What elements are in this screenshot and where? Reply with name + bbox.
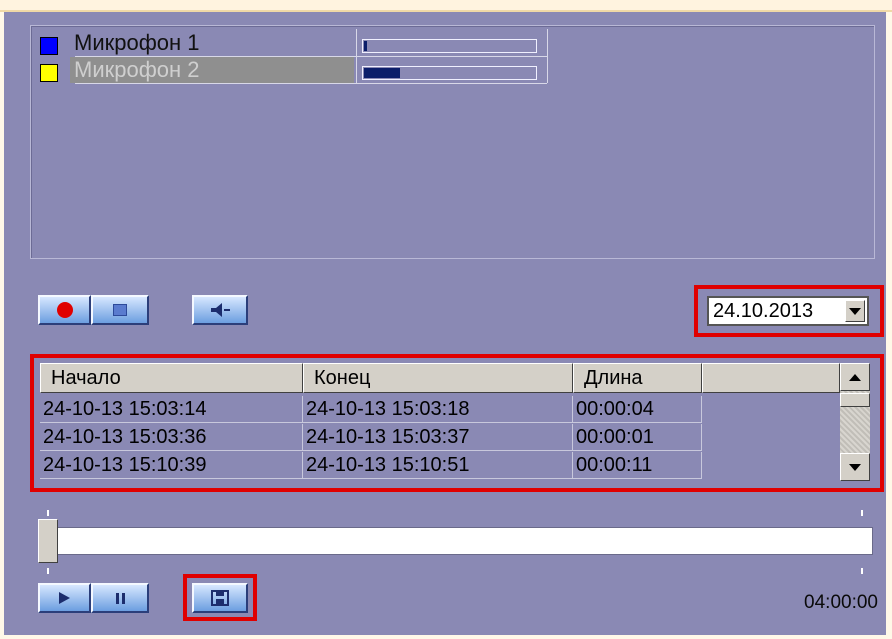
microphone-list: Микрофон 1 Микрофон 2 [30,25,875,259]
playback-time: 04:00:00 [804,592,878,613]
cell-end: 24-10-13 15:10:51 [303,452,573,479]
table-scrollbar[interactable] [840,363,870,481]
timeline-slider-handle[interactable] [38,519,58,563]
date-picker[interactable]: 24.10.2013 [707,296,869,326]
mic-color-swatch [40,64,58,82]
cell-length: 00:00:11 [573,452,702,479]
mic-level-meter [362,39,537,53]
pause-icon [115,592,125,604]
mic-level-fill [364,68,400,78]
mic-grid-line [75,56,547,57]
window-top-border [0,0,892,12]
table-row[interactable]: 24-10-13 15:03:36 24-10-13 15:03:37 00:0… [40,424,702,451]
mic-grid-line [547,29,548,83]
table-row[interactable]: 24-10-13 15:03:14 24-10-13 15:03:18 00:0… [40,396,702,423]
chevron-down-icon [849,463,861,471]
column-header-length[interactable]: Длина [573,363,702,393]
record-button[interactable] [38,295,91,325]
scroll-down-button[interactable] [840,453,870,481]
column-header-end[interactable]: Конец [303,363,573,393]
timeline-tick [47,510,49,516]
table-header: Начало Конец Длина [40,363,840,393]
timeline-tick [861,510,863,516]
pause-button[interactable] [91,583,149,613]
chevron-up-icon [849,373,861,381]
cell-length: 00:00:04 [573,396,702,423]
mic-grid-line [75,83,547,84]
floppy-save-icon [211,590,229,606]
timeline-tick [861,568,863,574]
scroll-thumb[interactable] [840,393,870,407]
mic-color-swatch [40,37,58,55]
mic-name: Микрофон 1 [74,30,200,55]
column-header-start[interactable]: Начало [40,363,303,393]
column-header-empty [702,363,840,393]
speaker-icon [211,303,230,317]
mic-name: Микрофон 2 [70,57,354,83]
cell-start: 24-10-13 15:03:14 [40,396,303,423]
play-button[interactable] [38,583,91,613]
records-table: Начало Конец Длина 24-10-13 15:03:14 24-… [38,363,876,481]
mic-row-1[interactable]: Микрофон 1 [37,30,547,56]
cell-start: 24-10-13 15:10:39 [40,452,303,479]
cell-end: 24-10-13 15:03:37 [303,424,573,451]
save-button[interactable] [192,583,248,613]
date-dropdown-button[interactable] [845,300,865,322]
chevron-down-icon [849,307,861,315]
cell-end: 24-10-13 15:03:18 [303,396,573,423]
scroll-up-button[interactable] [840,363,870,391]
cell-length: 00:00:01 [573,424,702,451]
date-value: 24.10.2013 [713,300,814,322]
timeline-track[interactable] [55,527,873,555]
mic-row-2[interactable]: Микрофон 2 [37,57,547,83]
mic-level-meter [362,66,537,80]
play-icon [59,592,70,604]
timeline-tick [47,568,49,574]
stop-icon [113,304,127,316]
cell-start: 24-10-13 15:03:36 [40,424,303,451]
mute-button[interactable] [192,295,248,325]
stop-button[interactable] [91,295,149,325]
table-row[interactable]: 24-10-13 15:10:39 24-10-13 15:10:51 00:0… [40,452,702,479]
mic-level-fill [364,41,367,51]
record-icon [56,302,73,318]
